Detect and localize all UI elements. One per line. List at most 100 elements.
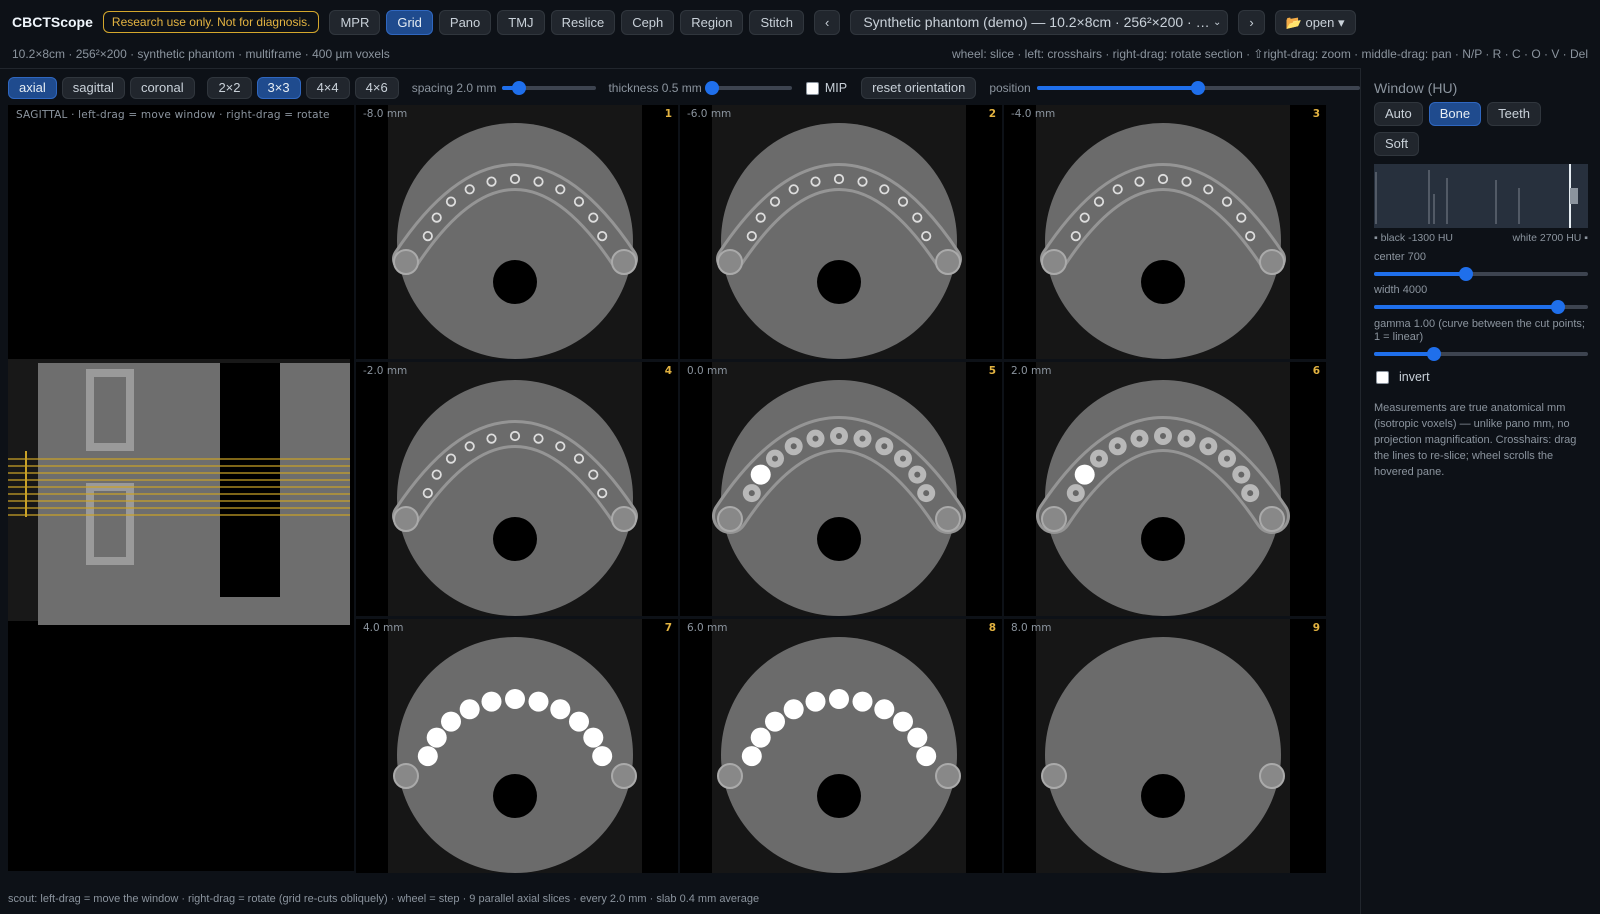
spacing-label: spacing 2.0 mm (411, 81, 497, 95)
slice-image (716, 123, 962, 359)
slice-offset-label: 8.0 mm (1011, 622, 1052, 634)
preset-button-teeth[interactable]: Teeth (1487, 102, 1541, 126)
info-bar: 10.2×8cm · 256²×200 · synthetic phantom … (0, 44, 1600, 66)
slice-pane[interactable]: -8.0 mm 1 (356, 105, 678, 359)
slice-pane[interactable]: 8.0 mm 9 (1004, 619, 1326, 873)
tab-reslice[interactable]: Reslice (550, 9, 616, 35)
preset-button-bone[interactable]: Bone (1428, 102, 1482, 126)
slice-offset-label: -6.0 mm (687, 108, 732, 120)
position-slider[interactable] (1036, 80, 1360, 96)
slice-offset-label: -8.0 mm (363, 108, 408, 120)
slice-pane[interactable]: -6.0 mm 2 (680, 105, 1002, 359)
divider (0, 68, 1360, 69)
tab-region[interactable]: Region (680, 9, 744, 35)
center-slider[interactable] (1374, 266, 1588, 282)
status-footer: scout: left-drag = move the window · rig… (8, 893, 760, 905)
layout-button-2-2[interactable]: 2×2 (207, 77, 252, 99)
slice-index-label: 2 (988, 108, 996, 120)
slice-pane[interactable]: -2.0 mm 4 (356, 362, 678, 616)
slice-image (1040, 123, 1286, 359)
tab-ceph[interactable]: Ceph (621, 9, 675, 35)
slice-pane[interactable]: 2.0 mm 6 (1004, 362, 1326, 616)
slice-index-label: 9 (1312, 622, 1320, 634)
slice-index-label: 5 (988, 365, 996, 377)
reset-orientation-button[interactable]: reset orientation (861, 77, 977, 99)
spacing-slider[interactable] (502, 80, 597, 96)
width-slider[interactable] (1374, 299, 1588, 315)
layout-button-4-4[interactable]: 4×4 (305, 77, 350, 99)
tab-stitch[interactable]: Stitch (749, 9, 804, 35)
tab-mpr[interactable]: MPR (329, 9, 381, 35)
top-toolbar: CBCTScope Research use only. Not for dia… (0, 0, 1600, 44)
slice-image (1041, 637, 1285, 873)
slice-image (1036, 380, 1290, 616)
slice-index-label: 4 (664, 365, 672, 377)
slice-image (717, 637, 961, 873)
position-label: position (989, 81, 1031, 95)
measurement-note: Measurements are true anatomical mm (iso… (1374, 402, 1577, 478)
slice-image (712, 380, 966, 616)
slice-index-label: 8 (988, 622, 996, 634)
orient-button-coronal[interactable]: coronal (129, 77, 195, 99)
preset-button-soft[interactable]: Soft (1374, 132, 1420, 156)
center-label: center 700 (1374, 251, 1426, 263)
window-panel: Window (HU) Auto Bone Teeth Soft ▪ black -… (1360, 68, 1600, 914)
slice-offset-label: 2.0 mm (1011, 365, 1052, 377)
grid-controls: axial sagittal coronal 2×2 3×3 4×4 4×6 spacin… (0, 76, 1360, 100)
white-point-label: white 2700 HU ▪ (1512, 232, 1588, 244)
histogram[interactable] (1374, 164, 1588, 228)
slice-pane[interactable]: 0.0 mm 5 (680, 362, 1002, 616)
next-series-button[interactable]: › (1238, 9, 1265, 35)
layout-button-4-6[interactable]: 4×6 (354, 77, 399, 99)
histogram-labels: ▪ black -1300 HU white 2700 HU ▪ (1374, 232, 1588, 244)
thickness-label: thickness 0.5 mm (608, 81, 702, 95)
black-point-label: ▪ black -1300 HU (1374, 232, 1454, 244)
scout-caption: SAGITTAL · left-drag = move window · rig… (16, 109, 330, 121)
width-label: width 4000 (1374, 284, 1428, 296)
mip-label: MIP (824, 81, 848, 95)
slice-image (392, 380, 638, 616)
slice-pane[interactable]: 4.0 mm 7 (356, 619, 678, 873)
app-title: CBCTScope (12, 14, 93, 30)
slice-image (393, 637, 637, 873)
prev-series-button[interactable]: ‹ (813, 9, 841, 35)
tab-grid[interactable]: Grid (386, 9, 433, 35)
slice-grid: -8.0 mm 1 -6.0 mm 2 -4.0 mm 3 -2.0 mm 4 0.0 mm 5 2… (356, 105, 1330, 873)
shortcut-hints: wheel: slice · left: crosshairs · right-… (951, 47, 1588, 61)
preset-button-auto[interactable]: Auto (1374, 102, 1423, 126)
orient-button-axial[interactable]: axial (8, 77, 57, 99)
series-select-value: Synthetic phantom (demo) — 10.2×8cm · 25… (863, 13, 1229, 30)
chevron-down-icon: ⌄ (1212, 16, 1222, 28)
gamma-label: gamma 1.00 (curve between the cut points… (1374, 318, 1585, 343)
slice-pane[interactable]: 6.0 mm 8 (680, 619, 1002, 873)
orientation-buttons: axial sagittal coronal (8, 77, 200, 99)
invert-label: invert (1399, 370, 1430, 384)
slice-offset-label: 4.0 mm (363, 622, 404, 634)
slice-index-label: 7 (664, 622, 672, 634)
slice-image (392, 123, 638, 359)
invert-row: invert (1376, 370, 1430, 384)
thickness-slider[interactable] (705, 80, 793, 96)
slice-offset-label: -4.0 mm (1011, 108, 1056, 120)
layout-buttons: 2×2 3×3 4×4 4×6 (207, 77, 403, 99)
window-title: Window (HU) (1374, 80, 1458, 96)
tab-tmj[interactable]: TMJ (497, 9, 545, 35)
mode-tabs: MPR Grid Pano TMJ Reslice Ceph Region Stitch (329, 9, 810, 35)
series-select[interactable]: Synthetic phantom (demo) — 10.2×8cm · 25… (850, 9, 1229, 35)
orient-button-sagittal[interactable]: sagittal (61, 77, 125, 99)
histogram-chart (1374, 164, 1588, 228)
layout-button-3-3[interactable]: 3×3 (256, 77, 301, 99)
mip-checkbox[interactable] (806, 81, 819, 95)
slice-index-label: 6 (1312, 365, 1320, 377)
window-presets-row2: Soft (1374, 132, 1425, 156)
slice-offset-label: 0.0 mm (687, 365, 728, 377)
invert-checkbox[interactable] (1376, 370, 1389, 384)
open-button[interactable]: 📂 open ▾ (1274, 9, 1356, 35)
scout-sagittal-view[interactable]: SAGITTAL · left-drag = move window · rig… (8, 105, 354, 871)
window-presets: Auto Bone Teeth (1374, 102, 1547, 126)
scout-image (8, 359, 350, 625)
slice-offset-label: 6.0 mm (687, 622, 728, 634)
tab-pano[interactable]: Pano (438, 9, 492, 35)
slice-pane[interactable]: -4.0 mm 3 (1004, 105, 1326, 359)
gamma-slider[interactable] (1374, 346, 1588, 362)
